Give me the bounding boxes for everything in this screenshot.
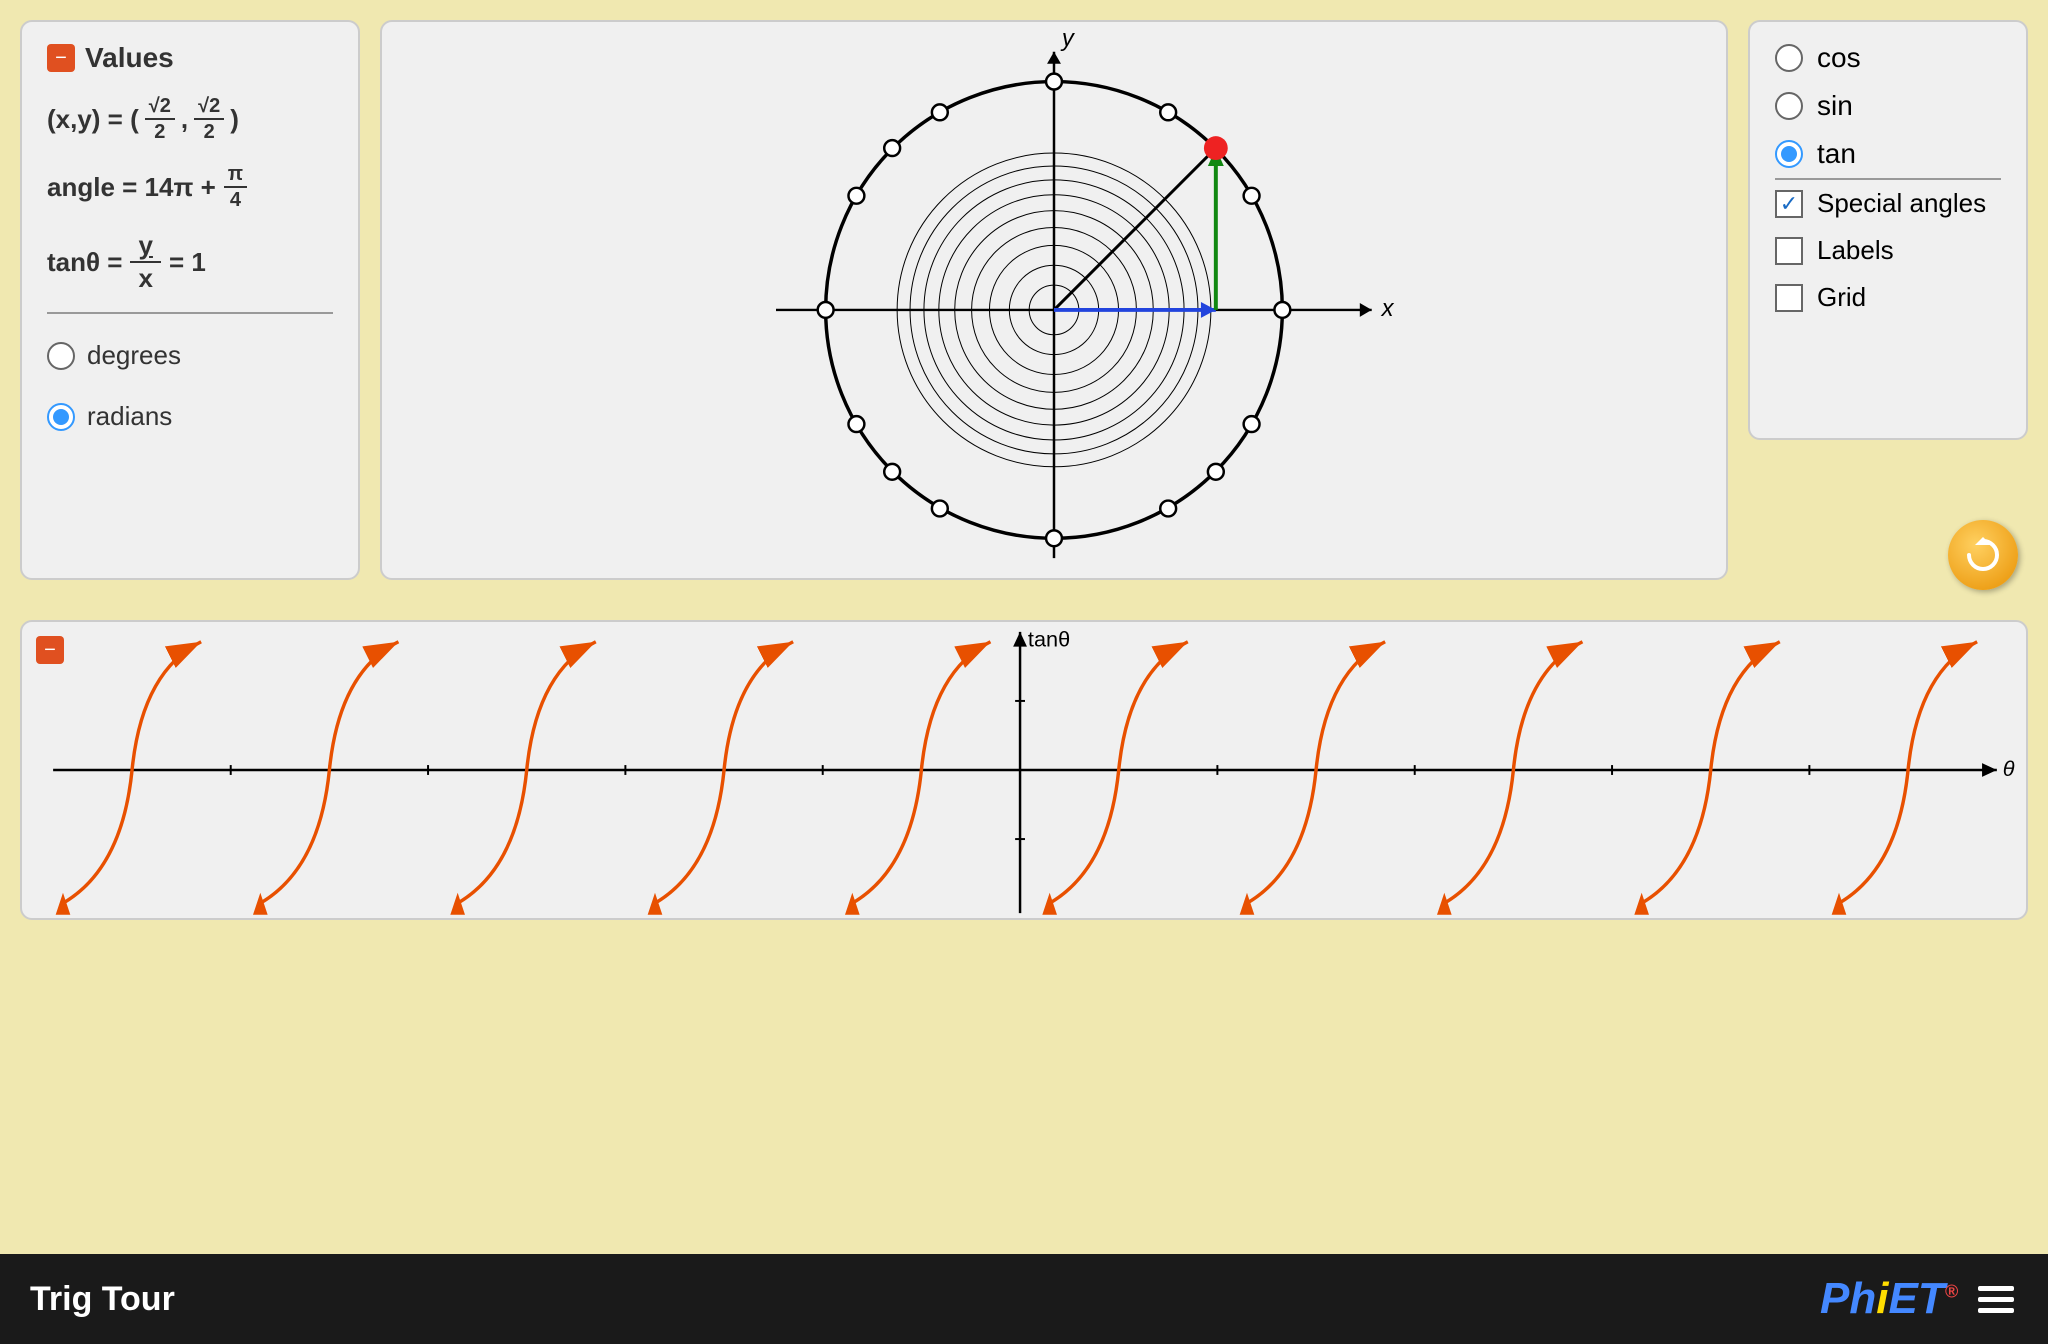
y-axis-label: y [1060, 25, 1076, 52]
hamburger-menu-button[interactable] [1974, 1282, 2018, 1317]
special-angles-checkbox[interactable]: ✓ Special angles [1775, 188, 2001, 219]
labels-checkbox-box[interactable] [1775, 237, 1803, 265]
tan-graph-svg[interactable]: tanθ θ [22, 622, 2026, 918]
cos-label: cos [1817, 42, 1861, 74]
refresh-button[interactable] [1948, 520, 2018, 590]
hamburger-line-1 [1978, 1286, 2014, 1291]
graph-panel[interactable]: − tanθ θ [20, 620, 2028, 920]
values-divider [47, 312, 333, 314]
xy-value: (x,y) = ( √2 2 , √2 2 ) [47, 94, 333, 144]
options-divider [1775, 178, 2001, 180]
values-collapse-button[interactable]: − [47, 44, 75, 72]
sin-label: sin [1817, 90, 1853, 122]
options-panel: cos sin tan ✓ Special angles [1748, 20, 2028, 440]
tan-fraction: y x [130, 230, 160, 294]
phet-logo: PhiET® [1820, 1274, 1958, 1324]
angle-unit-group: degrees radians [47, 332, 333, 440]
values-title: Values [85, 42, 174, 74]
refresh-icon [1963, 535, 2003, 575]
sin-radio[interactable]: sin [1775, 90, 2001, 122]
grid-checkbox-box[interactable] [1775, 284, 1803, 312]
x-axis-label: θ [2003, 756, 2015, 781]
sin-radio-circle[interactable] [1775, 92, 1803, 120]
special-angles-label: Special angles [1817, 188, 1986, 219]
x-axis-label: x [1381, 295, 1395, 322]
degrees-radio[interactable]: degrees [47, 332, 333, 379]
footer-title: Trig Tour [30, 1280, 175, 1319]
cos-radio[interactable]: cos [1775, 42, 2001, 74]
grid-label: Grid [1817, 282, 1866, 313]
degrees-radio-circle[interactable] [47, 342, 75, 370]
radians-radio[interactable]: radians [47, 393, 333, 440]
cos-radio-circle[interactable] [1775, 44, 1803, 72]
graph-collapse-button[interactable]: − [36, 636, 64, 664]
degrees-label: degrees [87, 332, 181, 379]
radians-label: radians [87, 393, 172, 440]
hamburger-line-2 [1978, 1297, 2014, 1302]
unit-circle-panel[interactable]: x y [380, 20, 1728, 580]
tan-radio-circle[interactable] [1775, 140, 1803, 168]
tan-value: tanθ = y x = 1 [47, 230, 333, 294]
special-angles-checkbox-box[interactable]: ✓ [1775, 190, 1803, 218]
y-axis-label: tanθ [1028, 627, 1070, 652]
tan-label: tan [1817, 138, 1856, 170]
radians-radio-circle[interactable] [47, 403, 75, 431]
grid-checkbox[interactable]: Grid [1775, 282, 2001, 313]
trig-function-group: cos sin tan [1775, 42, 2001, 170]
labels-checkbox[interactable]: Labels [1775, 235, 2001, 266]
unit-circle-svg[interactable]: x y [382, 22, 1726, 578]
hamburger-line-3 [1978, 1308, 2014, 1313]
labels-label: Labels [1817, 235, 1894, 266]
angle-value: angle = 14π + π 4 [47, 162, 333, 212]
right-column: cos sin tan ✓ Special angles [1748, 20, 2028, 610]
tan-radio[interactable]: tan [1775, 138, 2001, 170]
y-fraction: √2 2 [194, 94, 224, 144]
angle-fraction: π 4 [224, 162, 247, 212]
footer: Trig Tour PhiET® [0, 1254, 2048, 1344]
x-fraction: √2 2 [145, 94, 175, 144]
values-panel: − Values (x,y) = ( √2 2 , √2 2 ) [20, 20, 360, 580]
